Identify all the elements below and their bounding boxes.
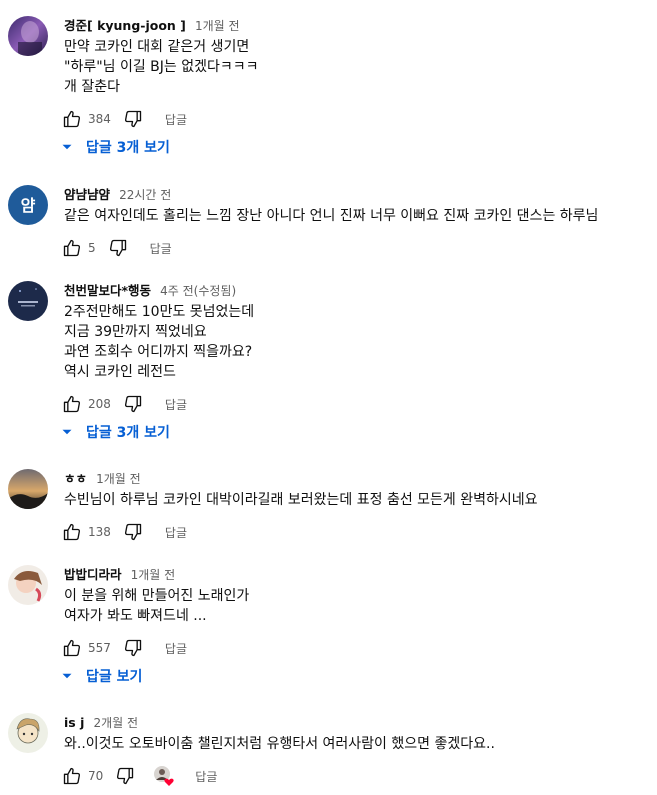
- thumb-up-icon[interactable]: [62, 109, 82, 129]
- comment-actions: 138 답글: [62, 520, 191, 544]
- comment-actions: 557 답글: [62, 636, 191, 660]
- like-count: 208: [88, 397, 111, 411]
- comment-actions: 384 답글: [62, 107, 191, 131]
- comment-text: 수빈님이 하루님 코카인 대박이라길래 보러왔는데 표정 춤선 모든게 완벽하시…: [64, 490, 538, 510]
- comment-line: 만약 코카인 대회 같은거 생기면: [64, 39, 250, 55]
- thumb-up-icon[interactable]: [62, 638, 82, 658]
- comment-author[interactable]: 천번말보다*행동: [64, 283, 151, 298]
- comment-text: 와..이것도 오토바이춤 챌린지처럼 유행타서 여러사람이 했으면 좋겠다요..: [64, 734, 495, 754]
- thumb-up-icon[interactable]: [62, 394, 82, 414]
- thumb-down-icon[interactable]: [115, 766, 135, 786]
- comment-line: 역시 코카인 레전드: [64, 364, 176, 380]
- comment-line: 이 분을 위해 만들어진 노래인가: [64, 588, 250, 604]
- comment-text: 만약 코카인 대회 같은거 생기면 "하루"님 이길 BJ는 없겠다ㅋㅋㅋ 개 …: [64, 37, 259, 97]
- comment-time[interactable]: 1개월 전: [131, 568, 176, 582]
- caret-down-icon: [62, 144, 72, 150]
- reply-button[interactable]: 답글: [161, 522, 191, 543]
- caret-down-icon: [62, 673, 72, 679]
- comment-line: 과연 조회수 어디까지 찍을까요?: [64, 344, 253, 360]
- caret-down-icon: [62, 429, 72, 435]
- comment-text: 2주전만해도 10만도 못넘었는데 지금 39만까지 찍었네요 과연 조회수 어…: [64, 302, 254, 382]
- avatar[interactable]: 얌: [8, 185, 48, 225]
- reply-button[interactable]: 답글: [161, 394, 191, 415]
- thumb-down-icon[interactable]: [123, 394, 143, 414]
- comment-time[interactable]: 4주 전(수정됨): [160, 284, 236, 298]
- thumb-up-icon[interactable]: [62, 766, 82, 786]
- like-count: 557: [88, 641, 111, 655]
- view-replies-label: 답글 보기: [86, 669, 143, 685]
- comment-line: 개 잘춘다: [64, 79, 120, 95]
- comment-header: 경준[ kyung-joon ] 1개월 전: [64, 16, 240, 34]
- comment-line: 수빈님이 하루님 코카인 대박이라길래 보러왔는데 표정 춤선 모든게 완벽하시…: [64, 492, 538, 508]
- avatar[interactable]: [8, 469, 48, 509]
- comment-line: "하루"님 이길 BJ는 없겠다ㅋㅋㅋ: [64, 59, 259, 75]
- comment-line: 같은 여자인데도 홀리는 느낌 장난 아니다 언니 진짜 너무 이뻐요 진짜 코…: [64, 208, 599, 224]
- comment-header: is j 2개월 전: [64, 713, 138, 731]
- view-replies-button[interactable]: 답글 3개 보기: [58, 135, 170, 159]
- view-replies-label: 답글 3개 보기: [86, 140, 170, 156]
- thumb-down-icon[interactable]: [108, 238, 128, 258]
- avatar-initial: 얌: [21, 196, 36, 215]
- comment-actions: 5 답글: [62, 236, 176, 260]
- view-replies-button[interactable]: 답글 보기: [58, 664, 142, 688]
- comment-line: 2주전만해도 10만도 못넘었는데: [64, 304, 255, 320]
- comment-time[interactable]: 1개월 전: [195, 19, 240, 33]
- avatar[interactable]: [8, 281, 48, 321]
- reply-button[interactable]: 답글: [191, 766, 221, 787]
- like-count: 384: [88, 112, 111, 126]
- reply-button[interactable]: 답글: [161, 109, 191, 130]
- thumb-up-icon[interactable]: [62, 238, 82, 258]
- thumb-up-icon[interactable]: [62, 522, 82, 542]
- thumb-down-icon[interactable]: [123, 522, 143, 542]
- comment-header: 얌냠냠얌 22시간 전: [64, 185, 171, 203]
- comment-author[interactable]: 밥밥디라라: [64, 567, 122, 582]
- comment-header: 천번말보다*행동 4주 전(수정됨): [64, 281, 236, 299]
- comment-actions: 208 답글: [62, 392, 191, 416]
- comment-line: 여자가 봐도 빠져드네 ...: [64, 608, 207, 624]
- avatar[interactable]: [8, 713, 48, 753]
- view-replies-label: 답글 3개 보기: [86, 425, 170, 441]
- creator-heart-icon: [153, 765, 175, 787]
- comment-text: 이 분을 위해 만들어진 노래인가 여자가 봐도 빠져드네 ...: [64, 586, 249, 626]
- view-replies-button[interactable]: 답글 3개 보기: [58, 420, 170, 444]
- reply-button[interactable]: 답글: [146, 238, 176, 259]
- comments-section: 경준[ kyung-joon ] 1개월 전 만약 코카인 대회 같은거 생기면…: [0, 0, 657, 795]
- avatar[interactable]: [8, 565, 48, 605]
- thumb-down-icon[interactable]: [123, 109, 143, 129]
- comment-time[interactable]: 1개월 전: [96, 472, 141, 486]
- comment-time[interactable]: 22시간 전: [119, 188, 171, 202]
- comment-text: 같은 여자인데도 홀리는 느낌 장난 아니다 언니 진짜 너무 이뻐요 진짜 코…: [64, 206, 598, 226]
- like-count: 138: [88, 525, 111, 539]
- comment-author[interactable]: is j: [64, 715, 84, 730]
- comment-line: 지금 39만까지 찍었네요: [64, 324, 207, 340]
- avatar[interactable]: [8, 16, 48, 56]
- comment-line: 와..이것도 오토바이춤 챌린지처럼 유행타서 여러사람이 했으면 좋겠다요..: [64, 736, 495, 752]
- comment-author[interactable]: 얌냠냠얌: [64, 187, 110, 202]
- like-count: 5: [88, 241, 96, 255]
- reply-button[interactable]: 답글: [161, 638, 191, 659]
- comment-author[interactable]: ㅎㅎ: [64, 471, 87, 486]
- comment-header: ㅎㅎ 1개월 전: [64, 469, 141, 487]
- comment-time[interactable]: 2개월 전: [93, 716, 138, 730]
- comment-actions: 70 답글: [62, 764, 221, 788]
- like-count: 70: [88, 769, 104, 783]
- comment-header: 밥밥디라라 1개월 전: [64, 565, 175, 583]
- thumb-down-icon[interactable]: [123, 638, 143, 658]
- comment-author[interactable]: 경준[ kyung-joon ]: [64, 18, 186, 33]
